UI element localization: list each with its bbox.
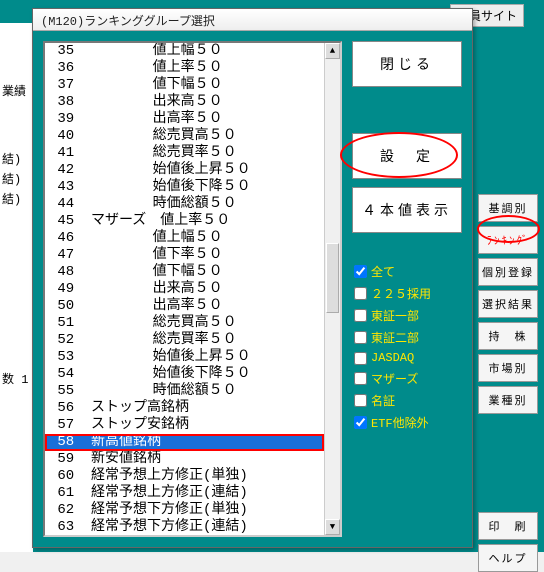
checkbox-label: ETF他除外	[371, 414, 429, 431]
checkbox-etf[interactable]	[354, 416, 367, 429]
dialog-right-column: 閉じる 設 定 ４本値表示 全て ２２５採用東証一部東証二部 JASDAQ マザーズ名…	[352, 41, 462, 537]
side-kobetsu[interactable]: 個別登録	[478, 258, 538, 286]
left-label-k2: 結)	[2, 170, 21, 187]
list-item[interactable]: 36 値上率５０	[45, 60, 324, 77]
list-item[interactable]: 61 経常予想上方修正(連結)	[45, 485, 324, 502]
four-values-button[interactable]: ４本値表示	[352, 187, 462, 233]
checkbox-label: 全て	[371, 263, 395, 280]
list-item[interactable]: 37 値下幅５０	[45, 77, 324, 94]
highlight-ellipse-ranking	[477, 215, 540, 243]
filter-checkbox-panel: 全て ２２５採用東証一部東証二部 JASDAQ マザーズ名証 ETF他除外	[352, 261, 462, 433]
checkbox-label: 名証	[371, 392, 395, 409]
left-label-gyouseki: 業績	[2, 82, 26, 99]
checkbox-label: 東証二部	[371, 329, 419, 346]
side-mochikabu[interactable]: 持 株	[478, 322, 538, 350]
left-panel	[0, 23, 33, 552]
ranking-group-dialog: (M120)ランキンググループ選択 35 値上幅５０ 36 値上率５０ 37 値…	[32, 8, 473, 548]
scrollbar[interactable]: ▲ ▼	[324, 43, 340, 535]
filter-check-all[interactable]: 全て	[354, 263, 460, 280]
list-item[interactable]: 53 始値後上昇５０	[45, 349, 324, 366]
list-item[interactable]: 54 始値後下降５０	[45, 366, 324, 383]
filter-check-c225[interactable]: ２２５採用	[354, 285, 460, 302]
checkbox-ms[interactable]	[354, 394, 367, 407]
list-item[interactable]: 59 新安値銘柄	[45, 451, 324, 468]
list-item[interactable]: 47 値下率５０	[45, 247, 324, 264]
left-label-k3: 結)	[2, 190, 21, 207]
left-label-kazu: 数 1	[2, 370, 28, 387]
list-item[interactable]: 57 ストップ安銘柄	[45, 417, 324, 434]
filter-check-t2[interactable]: 東証二部	[354, 329, 460, 346]
list-item[interactable]: 46 値上幅５０	[45, 230, 324, 247]
list-item[interactable]: 41 総売買率５０	[45, 145, 324, 162]
list-item[interactable]: 52 総売買率５０	[45, 332, 324, 349]
checkbox-all[interactable]	[354, 265, 367, 278]
list-item[interactable]: 50 出高率５０	[45, 298, 324, 315]
list-item[interactable]: 56 ストップ高銘柄	[45, 400, 324, 417]
list-item[interactable]: 49 出来高５０	[45, 281, 324, 298]
checkbox-label: JASDAQ	[371, 351, 414, 365]
settei-button[interactable]: 設 定	[352, 133, 462, 179]
scroll-up-icon[interactable]: ▲	[325, 43, 340, 59]
dialog-title: (M120)ランキンググループ選択	[33, 9, 472, 31]
side-button-column: 基調別 ﾗﾝｷﾝｸﾞ 個別登録 選択結果 持 株 市場別 業種別 印 刷 ヘルプ	[478, 194, 538, 572]
side-shijo[interactable]: 市場別	[478, 354, 538, 382]
filter-check-etf[interactable]: ETF他除外	[354, 414, 460, 431]
side-sentaku[interactable]: 選択結果	[478, 290, 538, 318]
checkbox-t2[interactable]	[354, 331, 367, 344]
checkbox-label: ２２５採用	[371, 285, 431, 302]
scroll-track[interactable]	[325, 59, 340, 519]
filter-check-t1[interactable]: 東証一部	[354, 307, 460, 324]
list-item[interactable]: 58 新高値銘柄	[45, 434, 324, 451]
list-item[interactable]: 63 経常予想下方修正(連結)	[45, 519, 324, 535]
list-item[interactable]: 55 時価総額５０	[45, 383, 324, 400]
list-item[interactable]: 48 値下幅５０	[45, 264, 324, 281]
list-item[interactable]: 51 総売買高５０	[45, 315, 324, 332]
list-item[interactable]: 40 総売買高５０	[45, 128, 324, 145]
list-item[interactable]: 44 時価総額５０	[45, 196, 324, 213]
list-item[interactable]: 43 始値後下降５０	[45, 179, 324, 196]
side-help[interactable]: ヘルプ	[478, 544, 538, 572]
checkbox-label: マザーズ	[371, 370, 418, 387]
close-button[interactable]: 閉じる	[352, 41, 462, 87]
checkbox-label: 東証一部	[371, 307, 419, 324]
scroll-down-icon[interactable]: ▼	[325, 519, 340, 535]
checkbox-c225[interactable]	[354, 287, 367, 300]
scroll-thumb[interactable]	[326, 243, 339, 313]
list-item[interactable]: 35 値上幅５０	[45, 43, 324, 60]
list-item[interactable]: 45 マザーズ 値上率５０	[45, 213, 324, 230]
filter-check-jq[interactable]: JASDAQ	[354, 351, 460, 365]
side-gyoushu[interactable]: 業種別	[478, 386, 538, 414]
side-insatsu[interactable]: 印 刷	[478, 512, 538, 540]
list-item[interactable]: 42 始値後上昇５０	[45, 162, 324, 179]
list-item[interactable]: 60 経常予想上方修正(単独)	[45, 468, 324, 485]
list-item[interactable]: 39 出高率５０	[45, 111, 324, 128]
list-item[interactable]: 62 経常予想下方修正(単独)	[45, 502, 324, 519]
left-label-k1: 結)	[2, 150, 21, 167]
checkbox-mz[interactable]	[354, 372, 367, 385]
filter-check-ms[interactable]: 名証	[354, 392, 460, 409]
ranking-list-container: 35 値上幅５０ 36 値上率５０ 37 値下幅５０ 38 出来高５０ 39 出…	[43, 41, 342, 537]
checkbox-t1[interactable]	[354, 309, 367, 322]
list-item[interactable]: 38 出来高５０	[45, 94, 324, 111]
checkbox-jq[interactable]	[354, 352, 367, 365]
ranking-list[interactable]: 35 値上幅５０ 36 値上率５０ 37 値下幅５０ 38 出来高５０ 39 出…	[45, 43, 324, 535]
filter-check-mz[interactable]: マザーズ	[354, 370, 460, 387]
